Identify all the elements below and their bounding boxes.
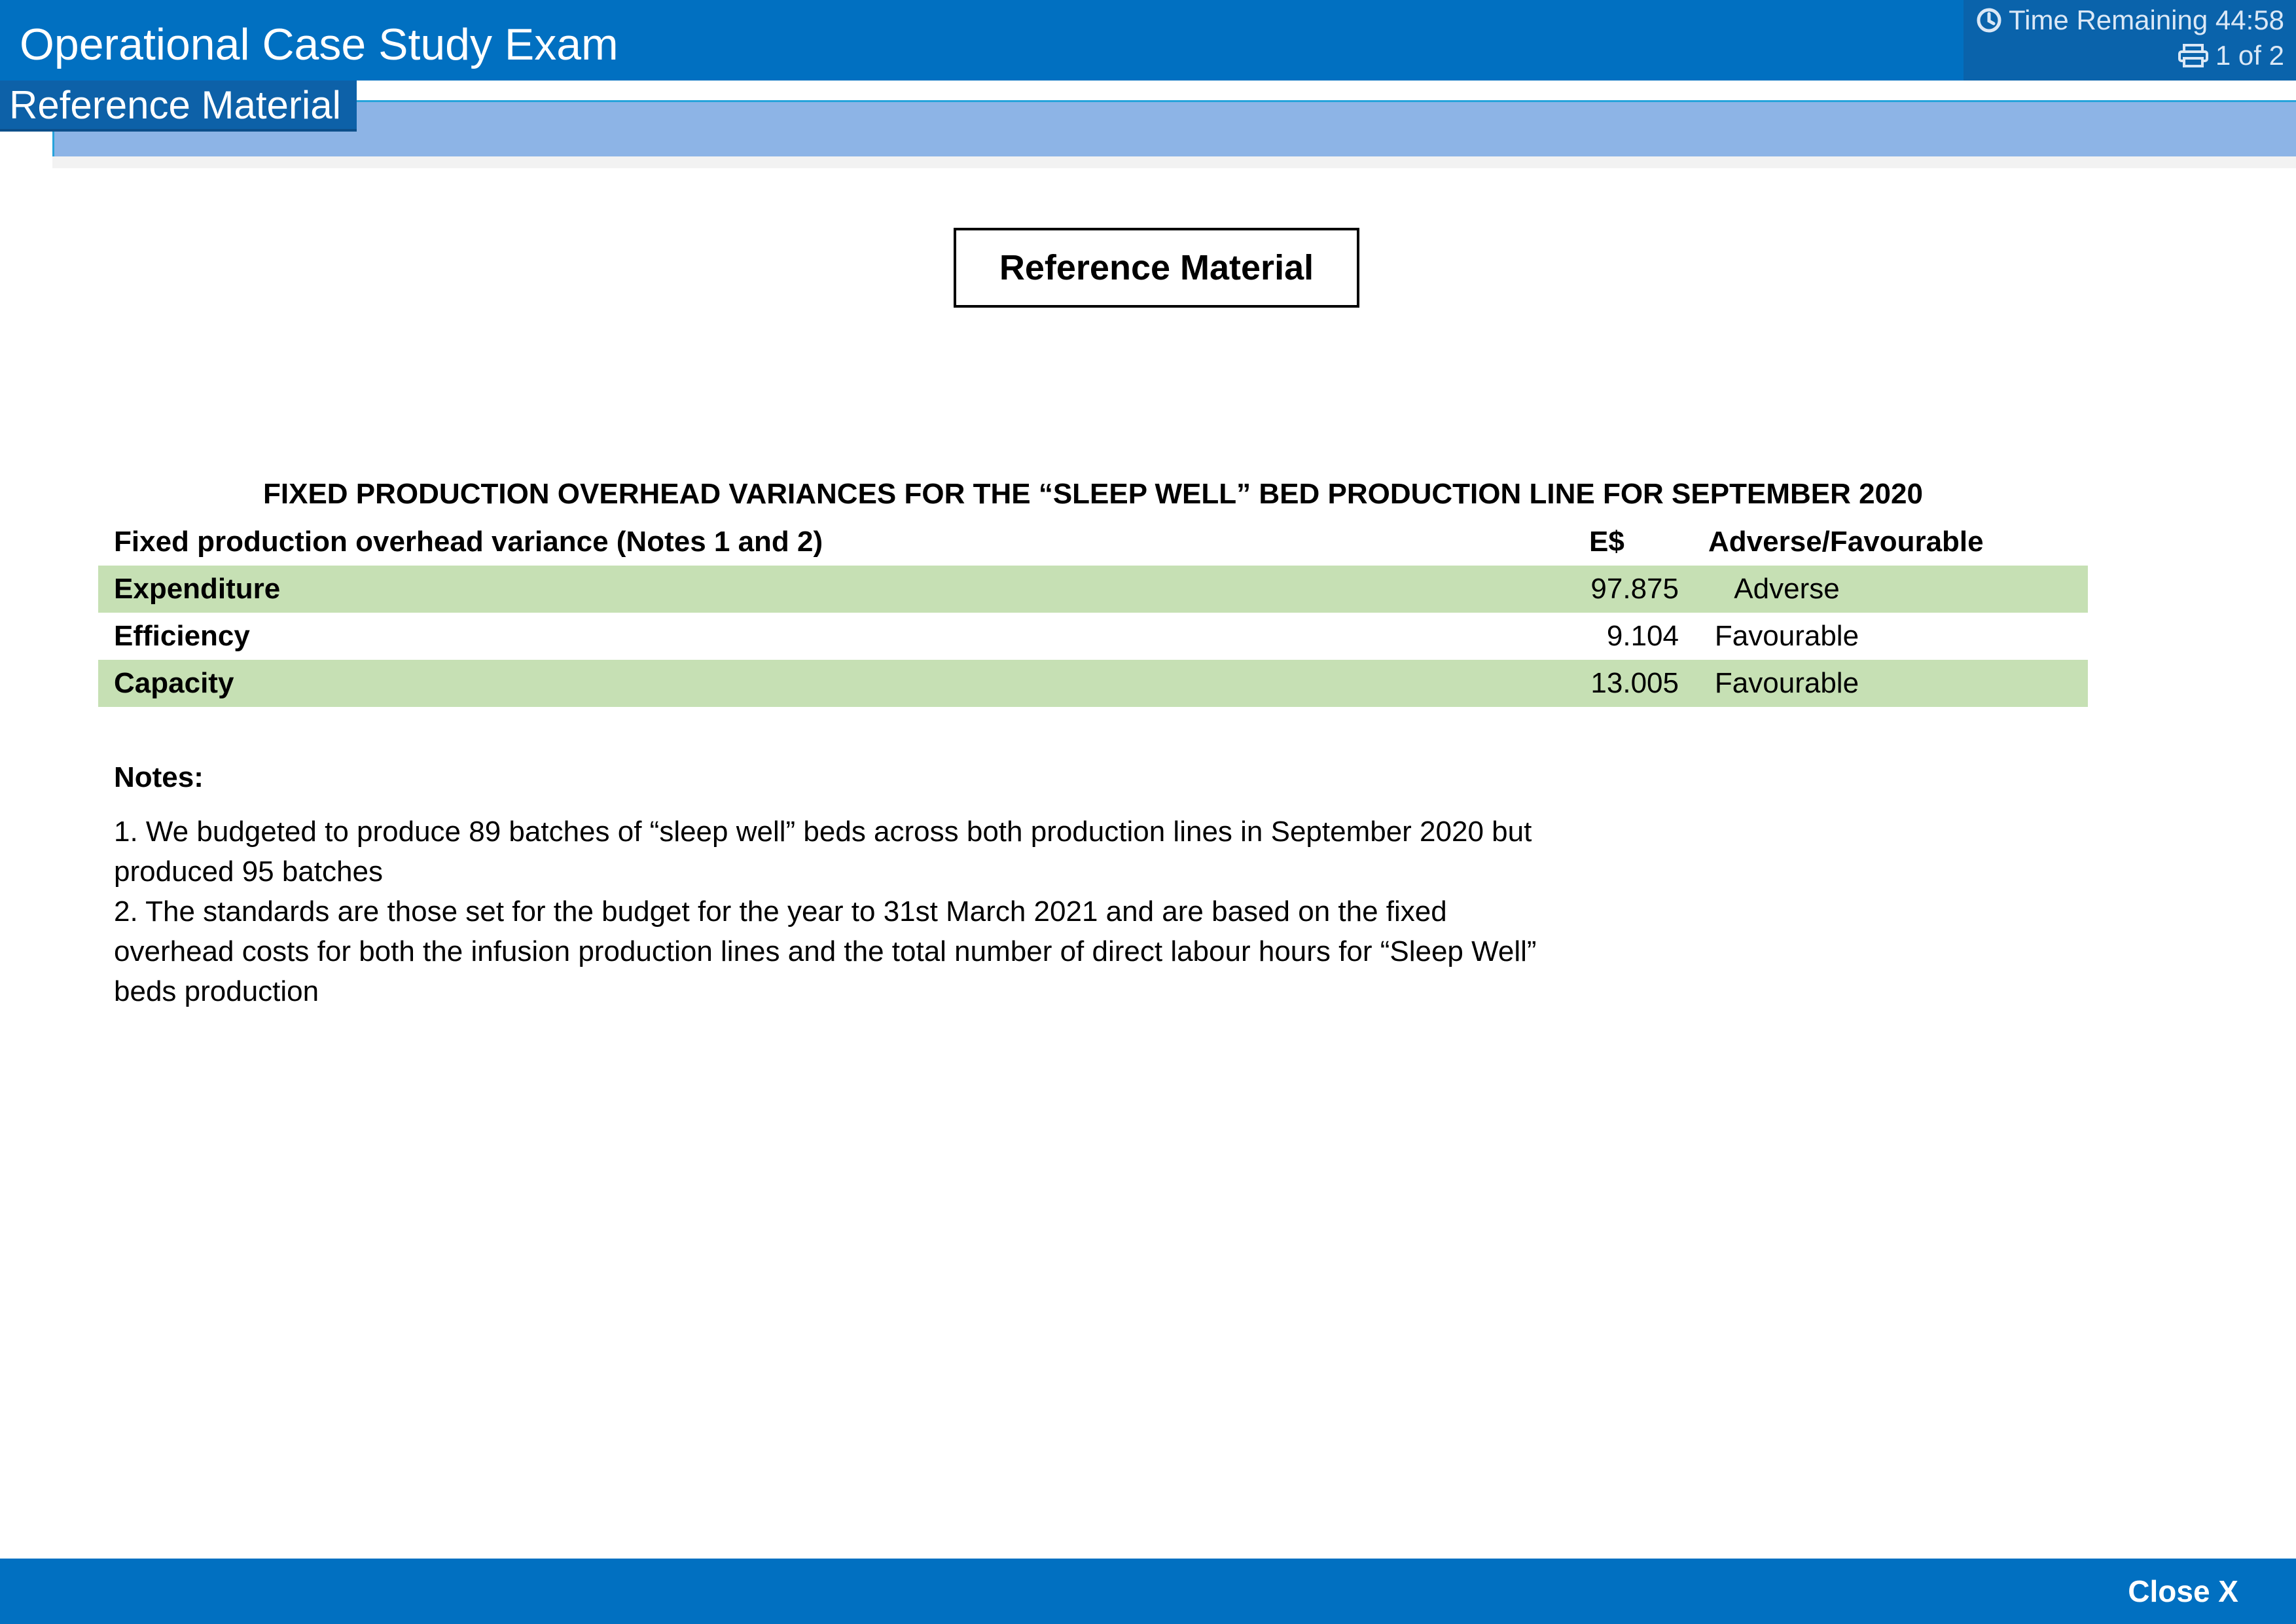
column-header-status: Adverse/Favourable bbox=[1708, 526, 1984, 558]
page-indicator: 1 of 2 bbox=[2178, 39, 2284, 72]
page-indicator-label: 1 of 2 bbox=[2215, 40, 2284, 71]
table-header-row: Fixed production overhead variance (Note… bbox=[98, 518, 2088, 566]
app-title: Operational Case Study Exam bbox=[20, 20, 619, 69]
table-row: Efficiency 9.104 Favourable bbox=[98, 613, 2088, 660]
section-band-shadow bbox=[52, 156, 2296, 168]
header-bar: Operational Case Study Exam Time Remaini… bbox=[0, 0, 2296, 81]
variance-table: Fixed production overhead variance (Note… bbox=[98, 518, 2088, 707]
table-title: FIXED PRODUCTION OVERHEAD VARIANCES FOR … bbox=[263, 478, 1923, 510]
timer: Time Remaining 44:58 bbox=[1976, 4, 2284, 37]
column-header-value: E$ bbox=[1589, 526, 1624, 558]
printer-icon bbox=[2178, 44, 2208, 67]
variance-name: Capacity bbox=[114, 667, 234, 699]
note-item: 1. We budgeted to produce 89 batches of … bbox=[114, 816, 1532, 888]
variance-name: Expenditure bbox=[114, 573, 281, 605]
variance-status: Adverse bbox=[1734, 573, 1840, 605]
column-header-variance: Fixed production overhead variance (Note… bbox=[114, 526, 823, 558]
table-row: Expenditure 97.875 Adverse bbox=[98, 566, 2088, 613]
variance-name: Efficiency bbox=[114, 620, 250, 652]
footer-bar: Close X bbox=[0, 1559, 2296, 1624]
section-band bbox=[52, 100, 2296, 156]
table-row: Capacity 13.005 Favourable bbox=[98, 660, 2088, 707]
reference-heading: Reference Material bbox=[954, 228, 1359, 308]
clock-icon bbox=[1977, 8, 2001, 33]
close-button[interactable]: Close X bbox=[2128, 1572, 2238, 1611]
status-panel: Time Remaining 44:58 1 of 2 bbox=[1964, 0, 2296, 81]
timer-label: Time Remaining 44:58 bbox=[2009, 5, 2284, 35]
variance-status: Favourable bbox=[1714, 667, 1859, 699]
tab-reference-material-label: Reference Material bbox=[9, 83, 341, 127]
note-item: 2. The standards are those set for the b… bbox=[114, 895, 1537, 1007]
variance-status: Favourable bbox=[1714, 620, 1859, 652]
tab-reference-material[interactable]: Reference Material bbox=[0, 81, 357, 132]
notes-title: Notes: bbox=[114, 761, 204, 793]
notes-list: 1. We budgeted to produce 89 batches of … bbox=[114, 812, 1567, 1011]
